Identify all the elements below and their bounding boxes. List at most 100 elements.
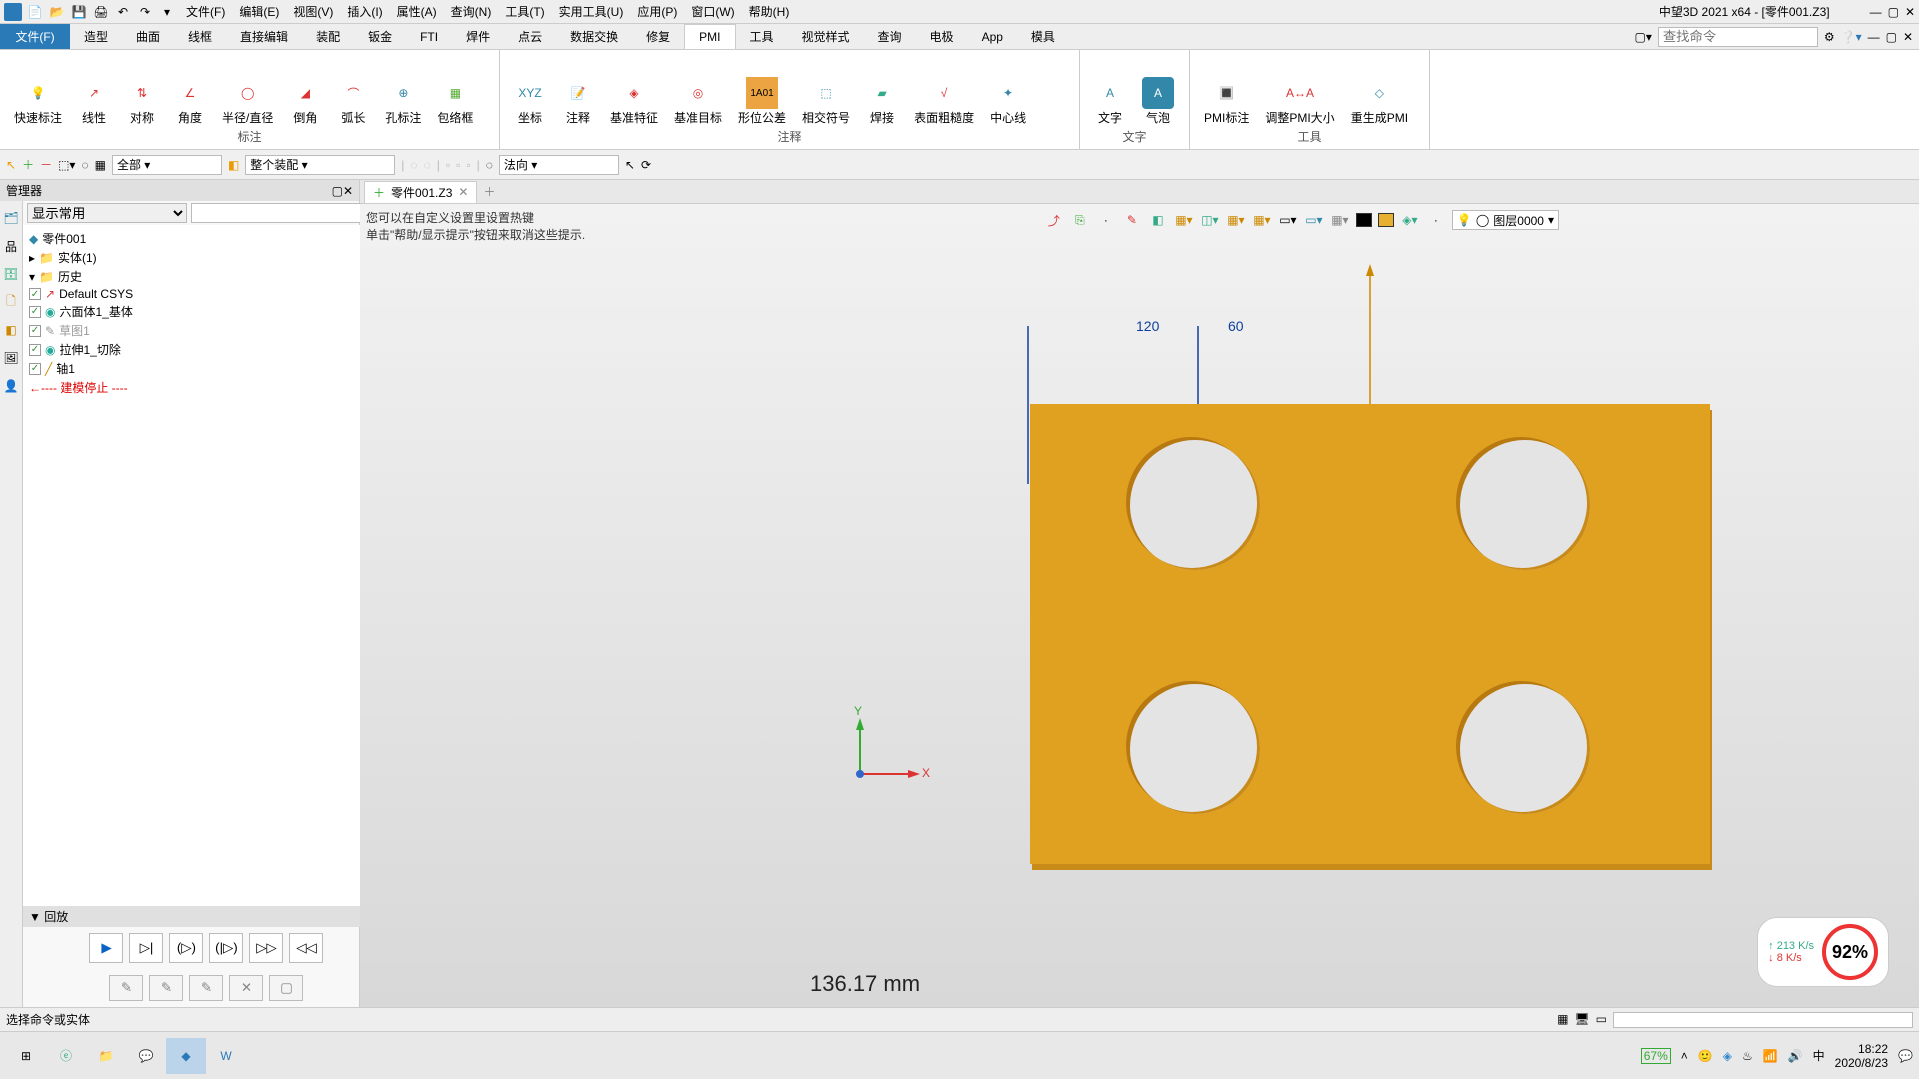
qat-undo-icon[interactable]: ↶ [114, 3, 132, 21]
cmd-pmi-dim[interactable]: 🔳PMI标注 [1198, 54, 1255, 128]
cmd-pmi-size[interactable]: A↔A调整PMI大小 [1259, 54, 1340, 128]
qb-circ2-icon[interactable]: ◌ [486, 158, 493, 172]
qat-save-icon[interactable]: 💾 [70, 3, 88, 21]
doc-close-icon[interactable]: ✕ [1903, 30, 1913, 44]
qb-end-icon[interactable]: ⟳ [641, 158, 651, 172]
close-icon[interactable]: ✕ [1905, 5, 1915, 19]
cmd-bbox[interactable]: ▦包络框 [431, 54, 479, 128]
tray-cube-icon[interactable]: ◈ [1723, 1049, 1732, 1063]
pb-del[interactable]: ✕ [229, 975, 263, 1001]
tray-notif-icon[interactable]: 💬 [1898, 1049, 1913, 1063]
status-i1-icon[interactable]: ▦ [1557, 1012, 1568, 1028]
qb-i5-icon[interactable]: ▫ [466, 158, 470, 172]
tab-weld[interactable]: 焊件 [452, 24, 504, 49]
tree-root[interactable]: ◆零件001 [27, 229, 386, 248]
doc-min-icon[interactable]: ― [1868, 30, 1880, 44]
qat-open-icon[interactable]: 📂 [48, 3, 66, 21]
fast-fwd-button[interactable]: ▷▷ [249, 933, 283, 963]
gear-icon[interactable]: ⚙ [1824, 30, 1835, 44]
mgr-hier-icon[interactable]: 品 [0, 235, 22, 257]
new-tab-button[interactable]: ＋ [483, 183, 495, 200]
min-icon[interactable]: ― [1870, 5, 1882, 19]
tree-axis1[interactable]: ✓╱轴1 [27, 359, 386, 378]
pb-tool3[interactable]: ✎ [189, 975, 223, 1001]
qb-filter2[interactable]: 整个装配 ▾ [245, 155, 395, 175]
task-wps[interactable]: W [206, 1038, 246, 1074]
cmd-datum-feature[interactable]: ◈基准特征 [604, 54, 664, 128]
menu-apps[interactable]: 应用(P) [637, 3, 677, 20]
mgr-tree-icon[interactable]: 🗂 [0, 207, 22, 229]
ribbon-file-button[interactable]: 文件(F) [0, 24, 70, 49]
menu-window[interactable]: 窗口(W) [691, 3, 734, 20]
tree-history[interactable]: ▾📁历史 [27, 267, 386, 286]
mgr-close-icon[interactable]: ✕ [343, 184, 353, 198]
mgr-sheet-icon[interactable]: 🗋 [0, 291, 22, 313]
start-button[interactable]: ⊞ [6, 1038, 46, 1074]
qat-print-icon[interactable]: 🖨 [92, 3, 110, 21]
status-i2-icon[interactable]: 🖥 [1574, 1012, 1589, 1028]
tab-app[interactable]: App [968, 24, 1017, 49]
cmd-angle[interactable]: ∠角度 [168, 54, 212, 128]
cmd-linear[interactable]: ↗线性 [72, 54, 116, 128]
tab-modeling[interactable]: 造型 [70, 24, 122, 49]
cmd-roughness[interactable]: √表面粗糙度 [908, 54, 980, 128]
collapse-ribbon-icon[interactable]: ▢▾ [1634, 30, 1651, 44]
tab-tools[interactable]: 工具 [736, 24, 788, 49]
cmd-symmetry[interactable]: ⇅对称 [120, 54, 164, 128]
qb-filter1[interactable]: 全部 ▾ [112, 155, 222, 175]
tray-shield-icon[interactable]: ♨ [1742, 1049, 1753, 1063]
cmd-chamfer[interactable]: ◢倒角 [283, 54, 327, 128]
qb-i1-icon[interactable]: ◌ [410, 158, 417, 172]
mgr-pic-icon[interactable]: 🖼 [0, 347, 22, 369]
tree-stop-marker[interactable]: ←---- 建模停止 ---- [27, 378, 386, 397]
qb-add-icon[interactable]: ＋ [22, 156, 34, 173]
pb-sq[interactable]: ▢ [269, 975, 303, 1001]
cmd-gtol[interactable]: 1A01形位公差 [732, 54, 792, 128]
file-tab-close-icon[interactable]: ✕ [458, 185, 468, 199]
tab-visualstyle[interactable]: 视觉样式 [788, 24, 864, 49]
tab-dataexchange[interactable]: 数据交换 [556, 24, 632, 49]
step-fwd-button[interactable]: ▷| [129, 933, 163, 963]
cmd-coord[interactable]: XYZ坐标 [508, 54, 552, 128]
tree-sketch1[interactable]: ✓✎草图1 [27, 321, 386, 340]
cmd-note[interactable]: 📝注释 [556, 54, 600, 128]
qb-square-icon[interactable]: ⬚▾ [58, 158, 75, 172]
search-input[interactable] [1658, 27, 1818, 47]
mgr-dock-icon[interactable]: ▢ [332, 184, 343, 198]
step-out-button[interactable]: (|▷) [209, 933, 243, 963]
menu-edit[interactable]: 编辑(E) [239, 3, 279, 20]
qb-sel-icon[interactable]: ▦ [95, 158, 106, 172]
tree-extrude-cut[interactable]: ✓◉拉伸1_切除 [27, 340, 386, 359]
pb-tool1[interactable]: ✎ [109, 975, 143, 1001]
filter-mode-select[interactable]: 显示常用 [27, 203, 187, 223]
tab-pointcloud[interactable]: 点云 [504, 24, 556, 49]
task-edge[interactable]: ⓔ [46, 1038, 86, 1074]
tab-fti[interactable]: FTI [406, 24, 452, 49]
tab-electrode[interactable]: 电极 [916, 24, 968, 49]
tab-surface[interactable]: 曲面 [122, 24, 174, 49]
clock-date[interactable]: 2020/8/23 [1835, 1056, 1888, 1070]
menu-view[interactable]: 视图(V) [293, 3, 333, 20]
menu-query[interactable]: 查询(N) [451, 3, 492, 20]
help-icon[interactable]: ❔▾ [1841, 30, 1862, 44]
cmd-text[interactable]: A文字 [1088, 54, 1132, 128]
cmd-quick-dim[interactable]: 💡快速标注 [8, 54, 68, 128]
tray-vol-icon[interactable]: 🔊 [1788, 1049, 1803, 1063]
menu-utilities[interactable]: 实用工具(U) [559, 3, 624, 20]
file-tab[interactable]: ＋ 零件001.Z3 ✕ [364, 181, 477, 203]
cmd-weld[interactable]: ▰焊接 [860, 54, 904, 128]
cmd-balloon[interactable]: A气泡 [1136, 54, 1180, 128]
qb-remove-icon[interactable]: － [40, 156, 52, 173]
play-button[interactable]: ▶ [89, 933, 123, 963]
qb-circ-icon[interactable]: ◌ [81, 158, 88, 172]
qb-cursor-icon[interactable]: ↖ [6, 158, 16, 172]
cmd-radius[interactable]: ◯半径/直径 [216, 54, 279, 128]
cmd-pmi-regen[interactable]: ◇重生成PMI [1345, 54, 1414, 128]
doc-max-icon[interactable]: ▢ [1886, 30, 1897, 44]
menu-file[interactable]: 文件(F) [186, 3, 225, 20]
tab-wireframe[interactable]: 线框 [174, 24, 226, 49]
tab-assembly[interactable]: 装配 [302, 24, 354, 49]
menu-tools[interactable]: 工具(T) [505, 3, 544, 20]
qb-arrow-icon[interactable]: ↖ [625, 158, 635, 172]
mgr-user-icon[interactable]: 👤 [0, 375, 22, 397]
